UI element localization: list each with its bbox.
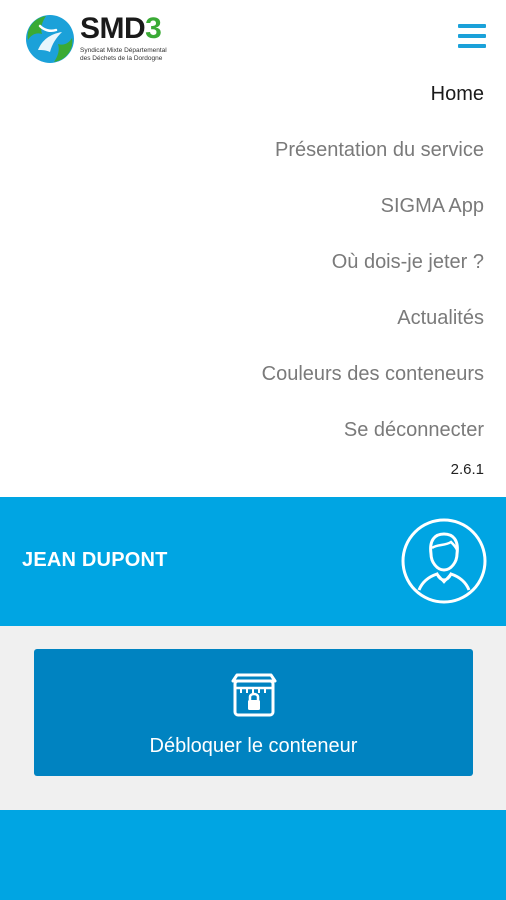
user-banner: JEAN DUPONT [0,497,506,626]
menu-item-ou-jeter[interactable]: Où dois-je jeter ? [332,251,484,274]
menu-item-actualites[interactable]: Actualités [397,307,484,330]
hamburger-line [458,44,486,48]
bottom-banner [0,810,506,900]
menu-item-presentation[interactable]: Présentation du service [275,139,484,162]
hamburger-line [458,24,486,28]
hamburger-line [458,34,486,38]
container-lock-icon [231,673,277,717]
logo-subtitle: Syndicat Mixte Départemental des Déchets… [80,47,167,62]
user-name: JEAN DUPONT [22,549,168,571]
main-content: Débloquer le conteneur [0,626,506,810]
menu-item-sigma-app[interactable]: SIGMA App [381,195,484,218]
hamburger-menu-button[interactable] [458,24,486,50]
unlock-button-label: Débloquer le conteneur [149,735,358,757]
smd3-logo[interactable]: SMD3 Syndicat Mixte Départemental des Dé… [20,10,167,68]
menu-item-couleurs[interactable]: Couleurs des conteneurs [262,363,484,386]
app-version: 2.6.1 [450,461,484,478]
user-avatar-icon[interactable] [401,518,487,604]
menu-item-deconnecter[interactable]: Se déconnecter [344,419,484,442]
logo-title: SMD3 [80,12,162,45]
menu-item-home[interactable]: Home [431,83,484,106]
logo-hands-icon [26,15,74,63]
unlock-container-button[interactable]: Débloquer le conteneur [34,649,473,776]
app-header: SMD3 Syndicat Mixte Départemental des Dé… [0,0,506,78]
